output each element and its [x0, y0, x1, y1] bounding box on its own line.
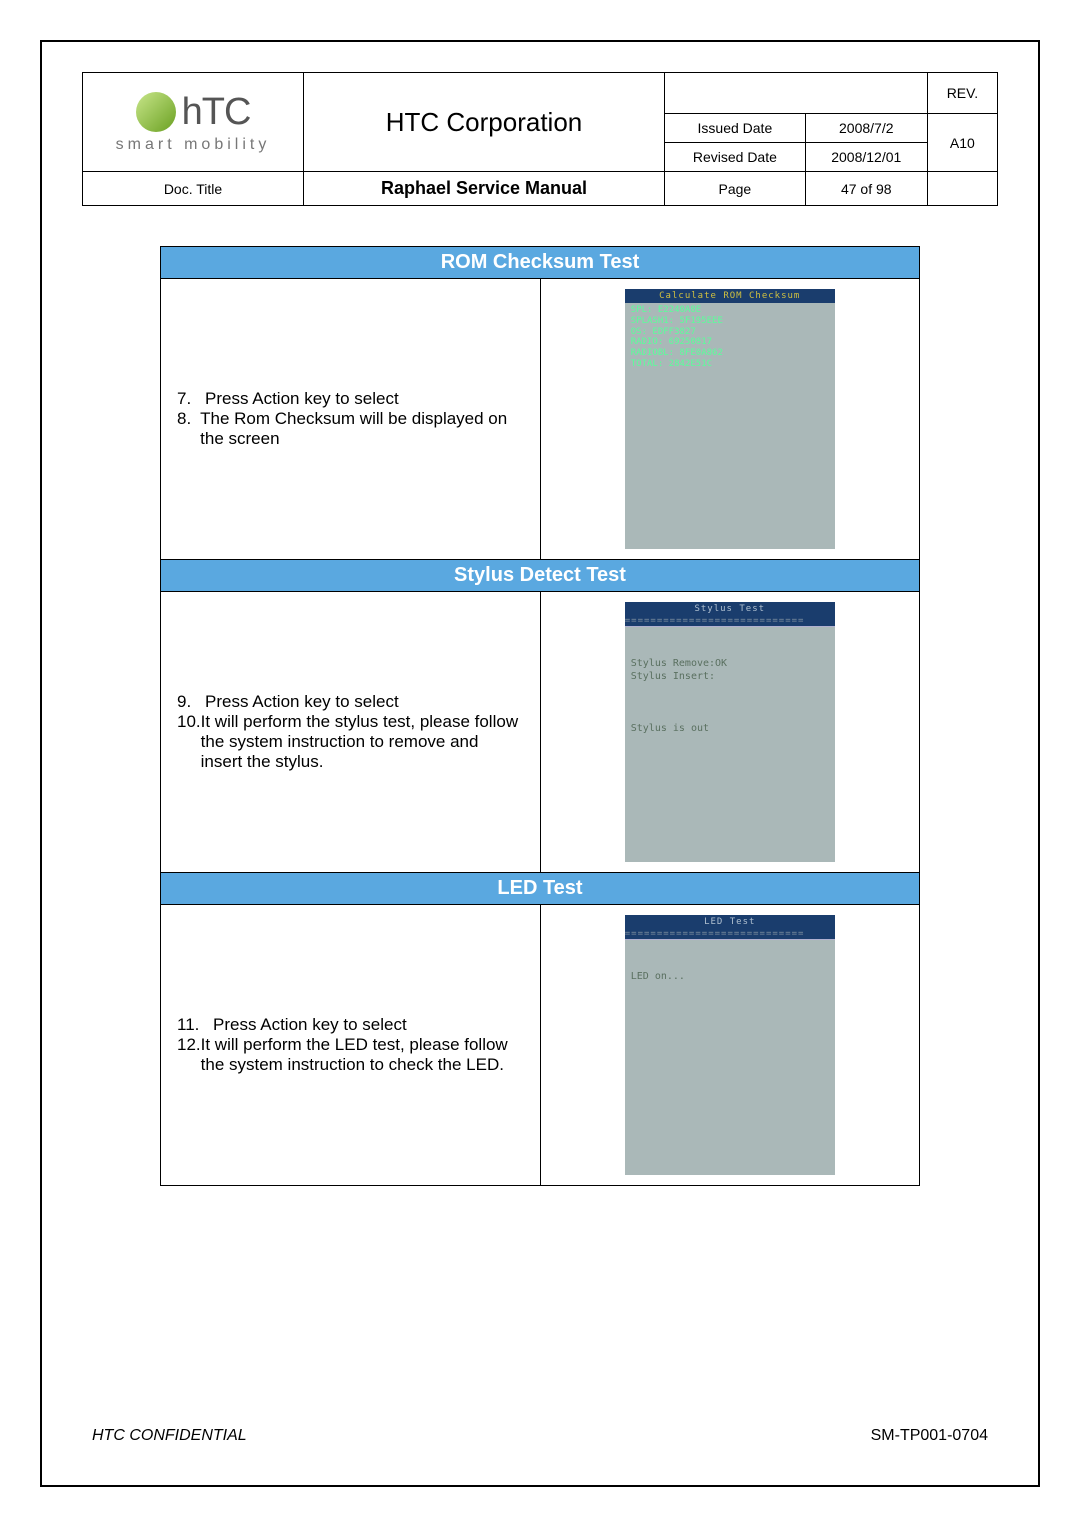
step-text: The Rom Checksum will be displayed on th…: [200, 409, 523, 449]
corporation-name: HTC Corporation: [304, 73, 665, 172]
step-num: 11.: [177, 1015, 213, 1035]
step-text: Press Action key to select: [205, 389, 399, 409]
screen-underline: ============================: [625, 616, 835, 627]
instruction-cell-led: 11.Press Action key to select 12.It will…: [161, 905, 541, 1186]
screen-body: Stylus Remove:OK Stylus Insert: Stylus i…: [625, 627, 835, 739]
htc-brand-text: hTC: [182, 91, 251, 134]
section-header-rom: ROM Checksum Test: [161, 247, 920, 279]
step-num: 9.: [177, 692, 205, 712]
htc-tagline: smart mobility: [116, 136, 271, 154]
instruction-cell-stylus: 9.Press Action key to select 10.It will …: [161, 592, 541, 873]
step-num: 8.: [177, 409, 200, 449]
issued-date-label: Issued Date: [665, 114, 806, 143]
step-num: 12.: [177, 1035, 201, 1075]
screen-cell-stylus: Stylus Test ============================…: [540, 592, 920, 873]
section-header-led: LED Test: [161, 873, 920, 905]
step-text: Press Action key to select: [213, 1015, 407, 1035]
empty-cell: [665, 73, 928, 114]
screen-topbar: Stylus Test: [625, 602, 835, 616]
screen-cell-rom: Calculate ROM Checksum SPL: E2240A8E SPL…: [540, 279, 920, 560]
page-label: Page: [665, 172, 806, 206]
footer-confidential: HTC CONFIDENTIAL: [92, 1427, 247, 1445]
device-screen-led: LED Test ============================ LE…: [625, 915, 835, 1175]
footer: HTC CONFIDENTIAL SM-TP001-0704: [92, 1427, 988, 1445]
section-header-stylus: Stylus Detect Test: [161, 560, 920, 592]
page-border: hTC smart mobility HTC Corporation REV. …: [40, 40, 1040, 1487]
step-num: 7.: [177, 389, 205, 409]
doc-title-label: Doc. Title: [83, 172, 304, 206]
issued-date-value: 2008/7/2: [805, 114, 927, 143]
screen-cell-led: LED Test ============================ LE…: [540, 905, 920, 1186]
footer-doc-number: SM-TP001-0704: [871, 1427, 988, 1445]
instruction-cell-rom: 7.Press Action key to select 8.The Rom C…: [161, 279, 541, 560]
empty-rev-cell: [927, 172, 997, 206]
screen-body: SPL: E2240A8E SPLASH1: 5F195EEE OS: EDFF…: [625, 303, 835, 374]
doc-title-value: Raphael Service Manual: [304, 172, 665, 206]
screen-topbar: LED Test: [625, 915, 835, 929]
header-table: hTC smart mobility HTC Corporation REV. …: [82, 72, 998, 206]
screen-body: LED on...: [625, 940, 835, 987]
screen-topbar: Calculate ROM Checksum: [625, 289, 835, 303]
step-text: It will perform the stylus test, please …: [201, 712, 524, 772]
htc-logo-icon: [136, 92, 176, 132]
device-screen-rom: Calculate ROM Checksum SPL: E2240A8E SPL…: [625, 289, 835, 549]
rev-value: A10: [927, 114, 997, 172]
page-value: 47 of 98: [805, 172, 927, 206]
revised-date-label: Revised Date: [665, 143, 806, 172]
step-text: It will perform the LED test, please fol…: [201, 1035, 524, 1075]
step-num: 10.: [177, 712, 201, 772]
content-table: ROM Checksum Test 7.Press Action key to …: [160, 246, 920, 1186]
revised-date-value: 2008/12/01: [805, 143, 927, 172]
rev-label: REV.: [927, 73, 997, 114]
device-screen-stylus: Stylus Test ============================…: [625, 602, 835, 862]
logo-cell: hTC smart mobility: [83, 73, 304, 172]
step-text: Press Action key to select: [205, 692, 399, 712]
screen-underline: ============================: [625, 929, 835, 940]
